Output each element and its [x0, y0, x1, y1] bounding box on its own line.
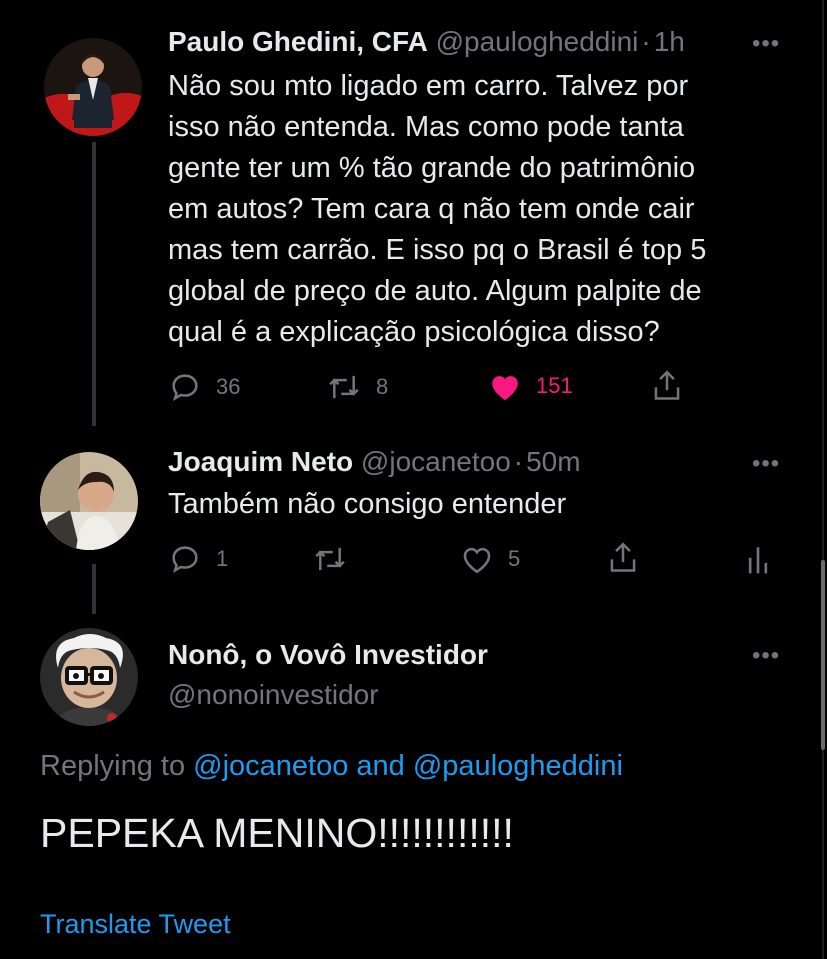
- author-name[interactable]: Paulo Ghedini, CFA: [168, 26, 428, 57]
- retweet-button[interactable]: [312, 542, 348, 576]
- share-button[interactable]: [650, 368, 684, 404]
- reply-icon: [172, 374, 198, 402]
- retweet-icon: [329, 375, 359, 399]
- author-handle[interactable]: @paulogheddini: [436, 26, 639, 57]
- reply-button[interactable]: 36: [168, 370, 240, 404]
- tweet-text: PEPEKA MENINO!!!!!!!!!!!!: [40, 810, 514, 856]
- like-count: 5: [508, 546, 521, 571]
- retweet-button[interactable]: 8: [326, 370, 388, 404]
- author-name[interactable]: Joaquim Neto: [168, 446, 353, 477]
- reply-count: 36: [216, 374, 241, 399]
- reply-button[interactable]: 1: [168, 542, 228, 576]
- separator-dot: ·: [641, 26, 651, 57]
- thread-line: [92, 142, 96, 426]
- replying-to-prefix: Replying to: [40, 750, 186, 782]
- more-icon[interactable]: •••: [752, 644, 780, 668]
- thread-line: [92, 564, 96, 614]
- timestamp[interactable]: 1h: [654, 26, 685, 57]
- tweet-header: Joaquim Neto @jocanetoo · 50m: [168, 444, 581, 480]
- share-button[interactable]: [606, 540, 640, 576]
- replying-to: Replying to @jocanetoo and @paulogheddin…: [40, 746, 623, 786]
- tweet-text: Também não consigo entender: [168, 488, 567, 520]
- replying-to-link[interactable]: @jocanetoo and @paulogheddini: [193, 750, 623, 782]
- share-icon: [610, 542, 636, 572]
- more-icon[interactable]: •••: [752, 32, 780, 56]
- translate-tweet-link[interactable]: Translate Tweet: [40, 906, 231, 942]
- retweet-icon: [315, 547, 345, 571]
- separator-dot: ·: [513, 446, 524, 477]
- scrollbar-track: [822, 0, 824, 959]
- timestamp[interactable]: 50m: [526, 446, 580, 477]
- like-button[interactable]: 151: [488, 370, 573, 402]
- analytics-button[interactable]: [746, 542, 770, 576]
- tweet-header: Paulo Ghedini, CFA @paulogheddini · 1h: [168, 24, 685, 60]
- heart-icon: [492, 376, 518, 401]
- retweet-count: 8: [376, 374, 389, 399]
- like-count: 151: [536, 373, 573, 398]
- author-name[interactable]: Nonô, o Vovô Investidor: [168, 637, 488, 673]
- reply-icon: [172, 546, 198, 574]
- share-icon: [654, 370, 680, 400]
- more-icon[interactable]: •••: [752, 452, 780, 476]
- heart-icon: [463, 547, 491, 574]
- author-handle[interactable]: @jocanetoo: [361, 446, 511, 477]
- author-handle[interactable]: @nonoinvestidor: [168, 677, 379, 713]
- tweet-text: Não sou mto ligado em carro. Talvez por …: [168, 70, 707, 348]
- like-button[interactable]: 5: [460, 543, 520, 575]
- reply-count: 1: [216, 546, 229, 571]
- scrollbar-thumb[interactable]: [821, 560, 825, 750]
- analytics-icon: [748, 547, 768, 574]
- avatar[interactable]: [40, 628, 138, 726]
- scrollbar[interactable]: [818, 0, 827, 959]
- avatar[interactable]: [44, 38, 142, 136]
- avatar[interactable]: [40, 452, 138, 550]
